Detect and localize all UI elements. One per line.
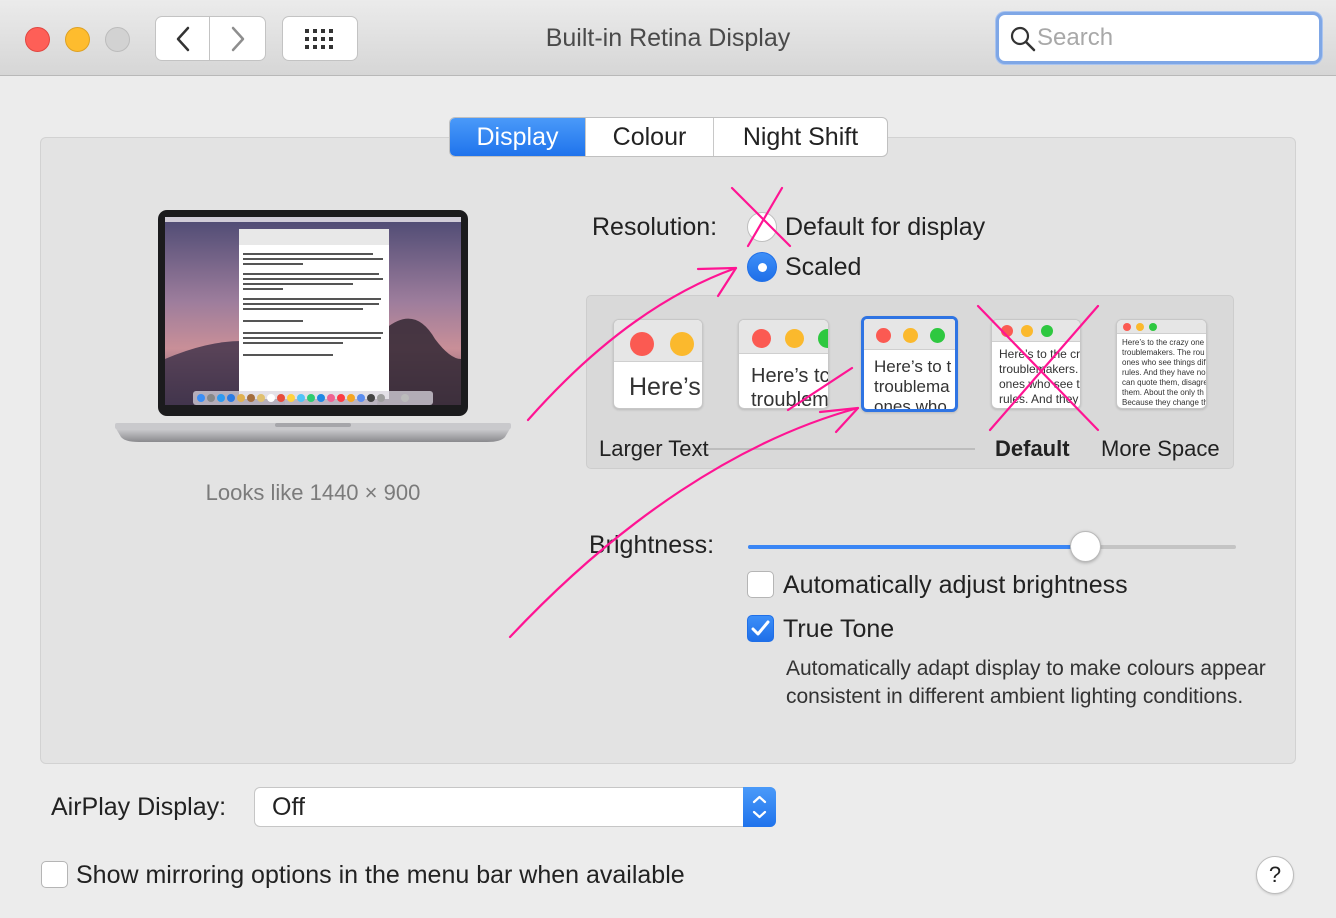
brightness-slider[interactable] [748, 531, 1236, 562]
default-scale-label: Default [995, 436, 1070, 461]
scale-option-default[interactable]: Here’s to the cr troublemakers. ones who… [991, 319, 1081, 409]
brightness-label: Brightness: [589, 531, 715, 559]
thumbnail-text: troublemakers. The rou [1122, 348, 1205, 357]
title-bar: Built-in Retina Display [0, 0, 1336, 76]
resolution-label: Resolution: [592, 213, 718, 241]
thumbnail-text: ones who see things dif [1122, 358, 1206, 367]
thumbnail-text: ones who [874, 397, 947, 412]
thumbnail-text: Here’s to t [874, 357, 952, 376]
true-tone-description: Automatically adapt display to make colo… [786, 657, 1266, 708]
auto-brightness-checkbox[interactable] [747, 571, 774, 598]
thumbnail-text: Here’s to the cr [999, 347, 1081, 361]
thumbnail-text: Here’s to the crazy one [1122, 338, 1205, 347]
thumbnail-text: can quote them, disagre [1122, 378, 1207, 387]
tab-night-shift[interactable]: Night Shift [713, 118, 887, 156]
larger-text-label: Larger Text [599, 436, 709, 461]
thumbnail-text: rules. And they have no [1122, 368, 1206, 377]
scale-option-3-selected[interactable]: Here’s to t troublema ones who [861, 316, 958, 412]
thumbnail-text: Here’s tc [751, 365, 829, 387]
thumbnail-text: rules. And they [999, 392, 1079, 406]
tab-colour[interactable]: Colour [585, 118, 713, 156]
search-input[interactable] [1037, 23, 1307, 53]
tab-display[interactable]: Display [450, 118, 585, 156]
search-icon [1010, 26, 1036, 52]
mirroring-options-label: Show mirroring options in the menu bar w… [76, 861, 685, 889]
brightness-slider-knob[interactable] [1069, 531, 1101, 562]
help-button[interactable]: ? [1256, 856, 1294, 894]
scaled-label: Scaled [785, 253, 862, 281]
airplay-display-select[interactable]: Off [254, 787, 776, 827]
true-tone-checkbox[interactable] [747, 615, 774, 642]
radio-scaled[interactable] [747, 252, 777, 282]
looks-like-resolution: Looks like 1440 × 900 [205, 480, 421, 505]
thumbnail-text: troublema [874, 377, 950, 396]
more-space-label: More Space [1101, 436, 1220, 461]
select-stepper[interactable] [743, 787, 776, 827]
scale-divider-line [700, 448, 975, 450]
airplay-display-value: Off [272, 793, 305, 821]
brightness-slider-fill [748, 545, 1085, 549]
thumbnail-text: troublemakers. [999, 362, 1079, 376]
radio-default-for-display[interactable] [747, 212, 777, 242]
thumbnail-text: Because they change th [1122, 398, 1207, 407]
mirroring-options-checkbox[interactable] [41, 861, 68, 888]
checkmark-icon [751, 620, 770, 636]
default-for-display-label: Default for display [785, 213, 986, 241]
tab-bar: Display Colour Night Shift [449, 117, 888, 157]
auto-brightness-label: Automatically adjust brightness [783, 571, 1128, 599]
thumbnail-text: Here’s [629, 373, 701, 401]
thumbnail-text: them. About the only th [1122, 388, 1204, 397]
updown-chevron-icon [752, 795, 767, 819]
scale-option-more-space[interactable]: Here’s to the crazy one troublemakers. T… [1116, 319, 1207, 409]
thumbnail-text: troublem [751, 389, 829, 409]
scale-option-2[interactable]: Here’s tc troublem [738, 319, 829, 409]
search-field[interactable] [996, 12, 1322, 64]
macbook-preview-image [115, 210, 511, 442]
scale-option-larger-text[interactable]: Here’s [613, 319, 703, 409]
airplay-display-label: AirPlay Display: [51, 793, 227, 821]
thumbnail-text: ones who see t [999, 377, 1080, 391]
true-tone-label: True Tone [783, 615, 895, 643]
